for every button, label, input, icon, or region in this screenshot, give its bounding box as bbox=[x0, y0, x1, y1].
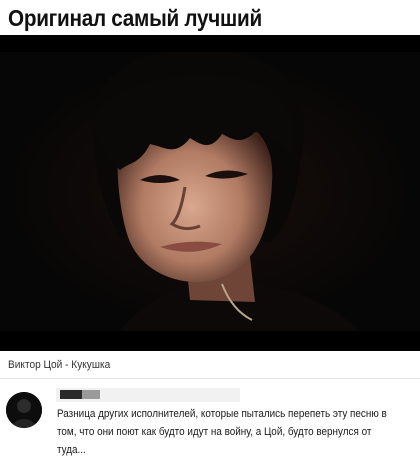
comment: Разница других исполнителей, которые пыт… bbox=[0, 384, 420, 470]
video-letterbox-bottom bbox=[0, 331, 420, 351]
video-caption[interactable]: Виктор Цой - Кукушка bbox=[8, 359, 110, 371]
commenter-name-redacted[interactable] bbox=[60, 390, 100, 399]
comment-text: Разница других исполнителей, которые пыт… bbox=[57, 408, 387, 456]
video-frame-portrait bbox=[0, 52, 420, 331]
video-player[interactable] bbox=[0, 35, 420, 351]
avatar-silhouette-icon bbox=[6, 392, 42, 428]
commenter-avatar[interactable] bbox=[6, 392, 42, 428]
video-letterbox-top bbox=[0, 35, 420, 52]
comment-author-bar bbox=[56, 388, 240, 402]
section-divider bbox=[0, 378, 420, 379]
post-headline: Оригинал самый лучший bbox=[8, 5, 262, 31]
